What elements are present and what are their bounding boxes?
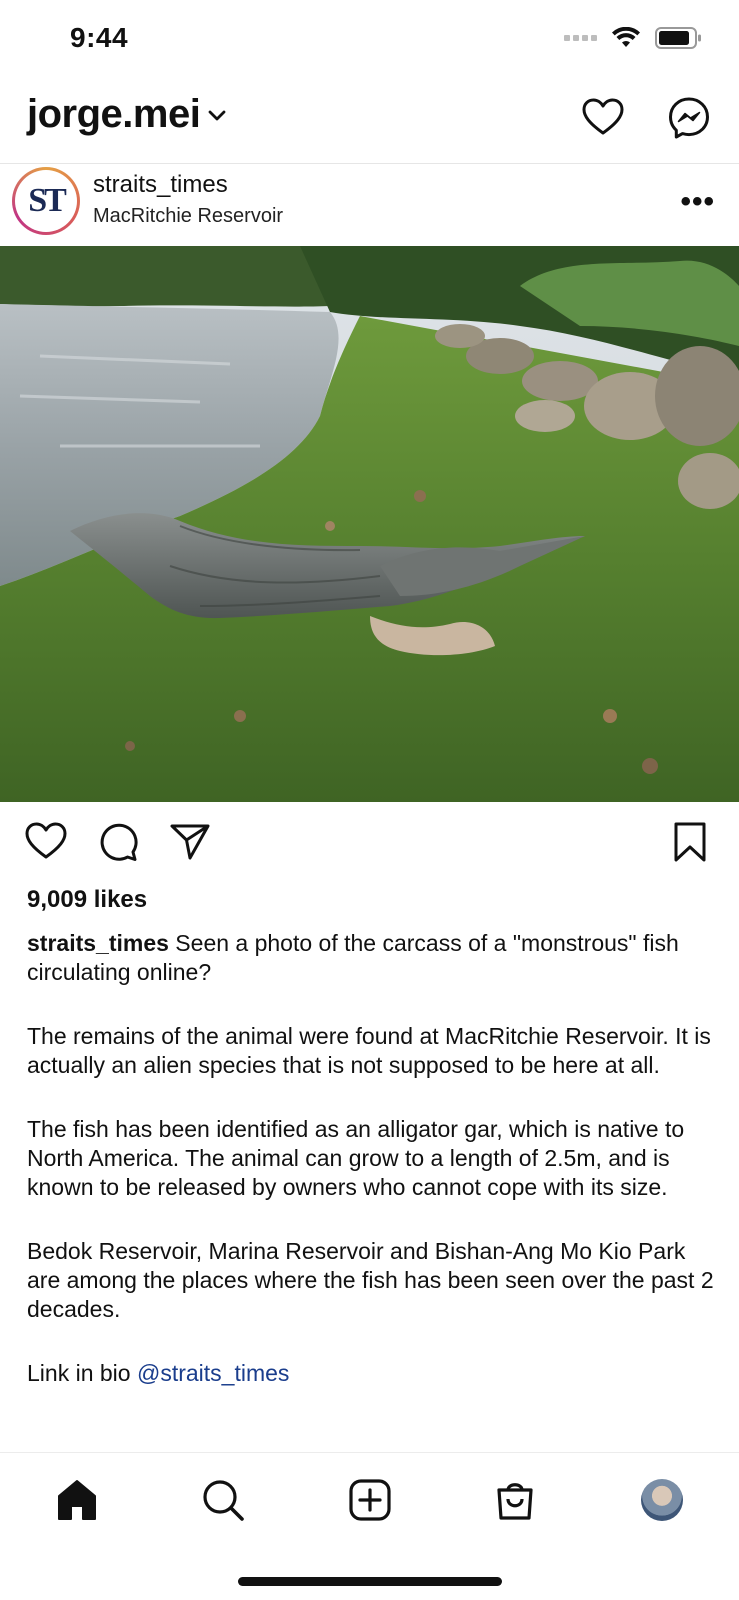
caption-paragraph: The fish has been identified as an allig… xyxy=(27,1116,685,1200)
app-header: jorge.mei xyxy=(0,82,739,164)
alligator-gar-photo xyxy=(0,246,739,802)
account-name: jorge.mei xyxy=(27,92,201,136)
caption-link-line: Link in bio @straits_times xyxy=(27,1359,722,1388)
create-icon xyxy=(349,1479,391,1521)
post-username[interactable]: straits_times xyxy=(93,171,228,199)
home-indicator[interactable] xyxy=(238,1577,502,1586)
heart-icon[interactable] xyxy=(581,96,625,140)
shop-icon xyxy=(497,1483,533,1520)
bookmark-icon[interactable] xyxy=(670,820,710,864)
post-location[interactable]: MacRitchie Reservoir xyxy=(93,205,283,228)
account-switcher[interactable]: jorge.mei xyxy=(27,92,228,137)
chevron-down-icon xyxy=(208,110,226,120)
mention-link[interactable]: @straits_times xyxy=(137,1360,289,1386)
caption-link-prefix: Link in bio xyxy=(27,1360,137,1386)
caption-paragraph: Bedok Reservoir, Marina Reservoir and Bi… xyxy=(27,1238,714,1322)
post-header: ST straits_times MacRitchie Reservoir ••… xyxy=(0,165,739,245)
status-icons xyxy=(564,26,703,50)
battery-icon xyxy=(655,27,701,49)
status-time: 9:44 xyxy=(70,22,129,53)
post-image[interactable] xyxy=(0,246,739,802)
share-icon[interactable] xyxy=(168,820,212,864)
likes-count[interactable]: 9,009 likes xyxy=(27,886,147,914)
post-caption: straits_times Seen a photo of the carcas… xyxy=(27,929,722,1423)
tab-shop[interactable] xyxy=(490,1475,540,1525)
avatar[interactable]: ST xyxy=(12,167,80,235)
tab-search[interactable] xyxy=(198,1475,248,1525)
tab-home[interactable] xyxy=(52,1475,102,1525)
status-bar: 9:44 xyxy=(0,0,739,80)
tab-create[interactable] xyxy=(345,1475,395,1525)
more-options-button[interactable]: ••• xyxy=(680,185,715,219)
post-actions xyxy=(0,820,739,870)
home-icon xyxy=(58,1480,96,1520)
tab-profile[interactable] xyxy=(637,1475,687,1525)
caption-username[interactable]: straits_times xyxy=(27,930,169,956)
caption-paragraph: The remains of the animal were found at … xyxy=(27,1023,711,1078)
avatar-logo: ST xyxy=(15,170,77,232)
profile-avatar xyxy=(641,1479,683,1521)
search-icon xyxy=(203,1480,244,1521)
bottom-tab-bar xyxy=(0,1452,739,1600)
wifi-icon xyxy=(612,27,640,47)
messenger-icon[interactable] xyxy=(667,96,711,140)
caption-paragraph: straits_times Seen a photo of the carcas… xyxy=(27,929,722,987)
comment-icon[interactable] xyxy=(96,820,140,864)
cellular-signal-icon xyxy=(564,35,597,41)
heart-icon[interactable] xyxy=(24,820,68,864)
header-actions xyxy=(581,96,711,140)
